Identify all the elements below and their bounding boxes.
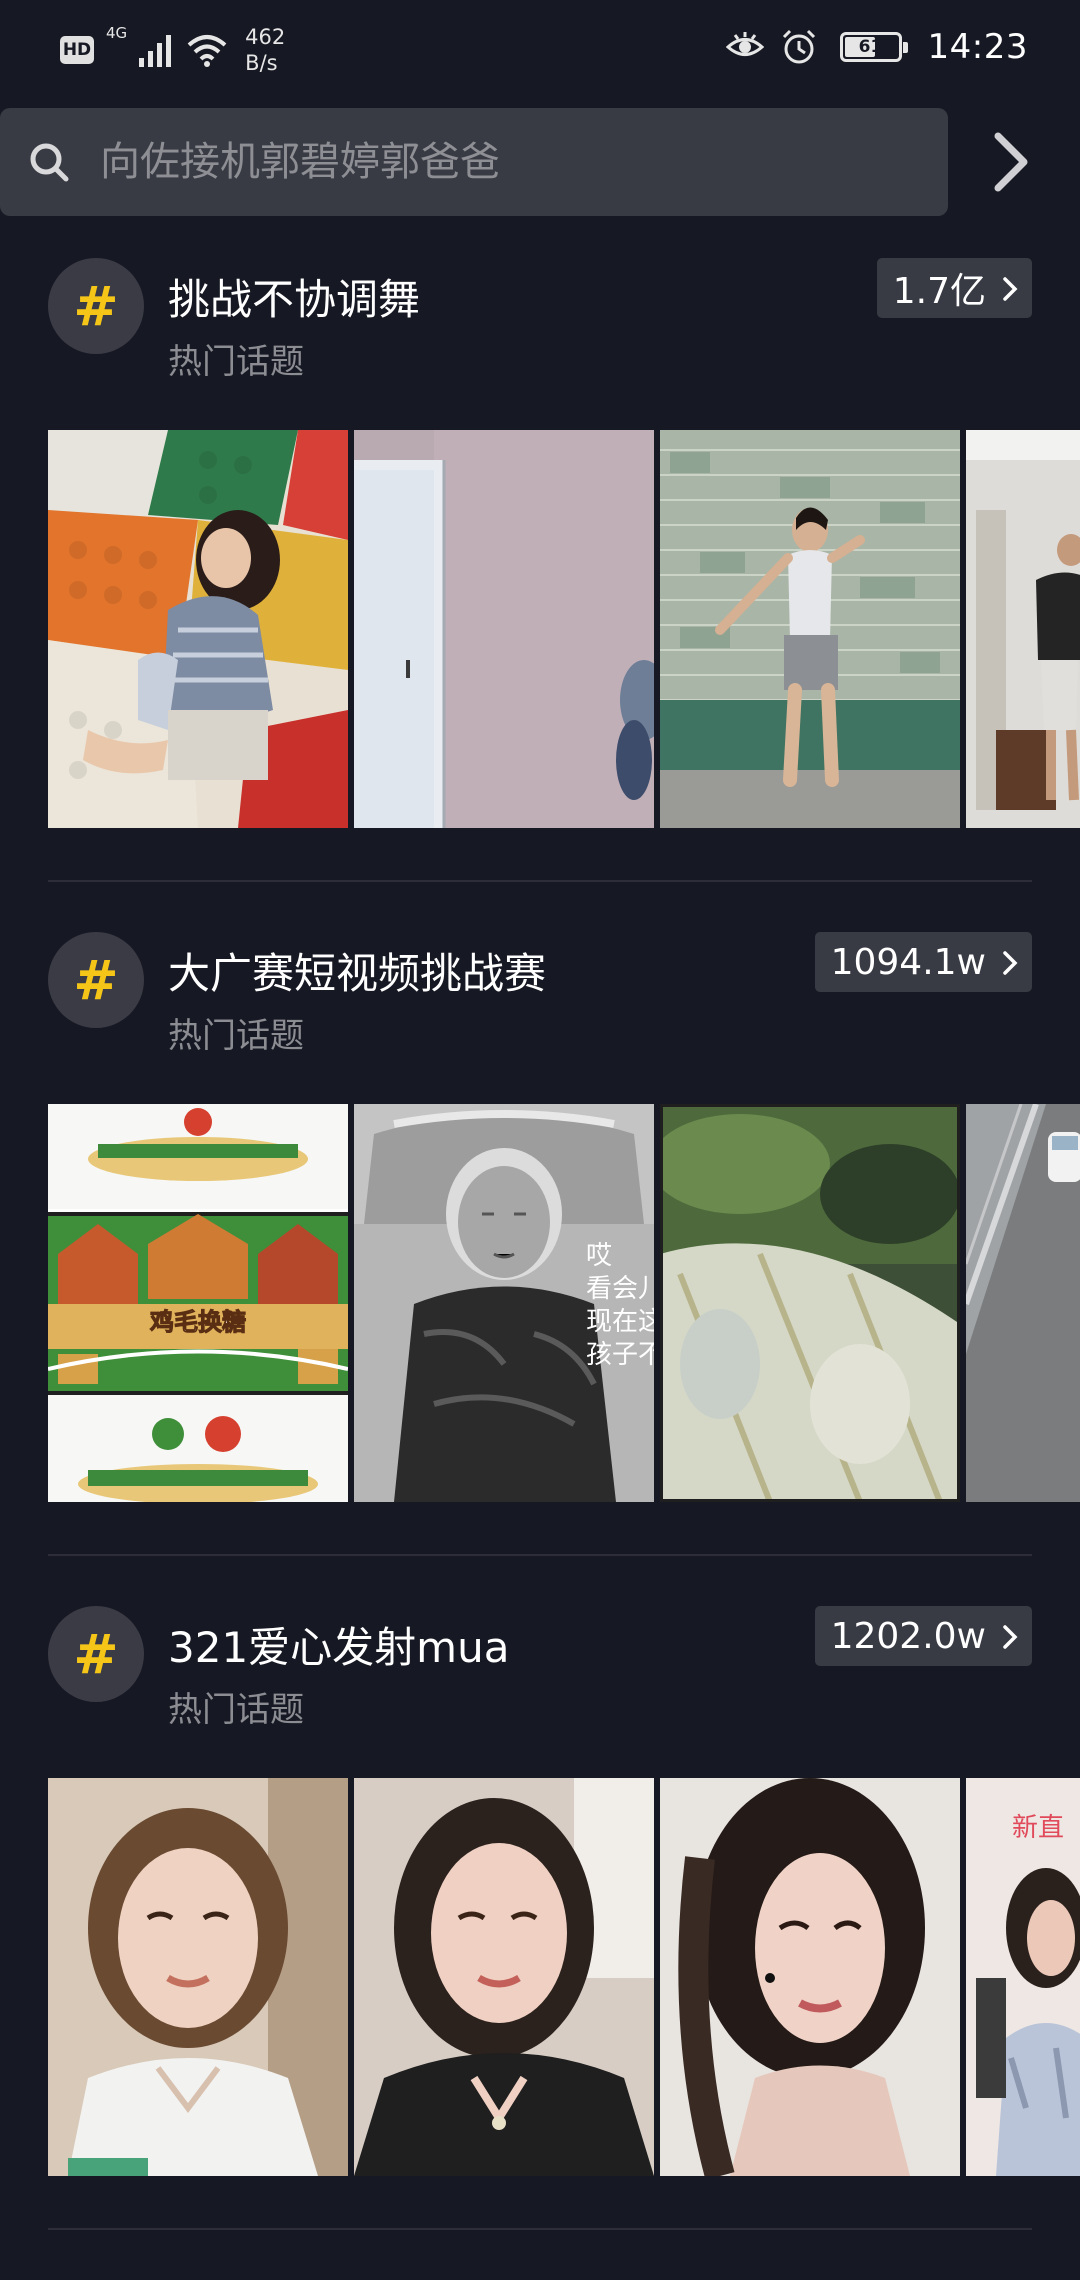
topic-header[interactable]: # 挑战不协调舞 热门话题 1.7亿	[48, 258, 1032, 418]
topic-title: 挑战不协调舞	[168, 275, 421, 324]
view-count-badge[interactable]: 1202.0w	[814, 1606, 1032, 1666]
topic-subtitle: 热门话题	[168, 342, 304, 382]
topic-header[interactable]: # 321爱心发射mua 热门话题 1202.0w	[48, 1606, 1032, 1766]
thumbnail-caption: 看会儿	[586, 1274, 654, 1304]
status-left: HD 4G 462 B/s	[60, 20, 285, 80]
thumbnail-caption: 孩子不	[586, 1340, 654, 1370]
wifi-icon	[187, 35, 227, 67]
topic-card: # 大广赛短视频挑战赛 热门话题 1094.1w 鸡毛换糖 哎 看会儿 现在这 …	[0, 932, 1080, 1612]
video-thumbnail[interactable]	[660, 1778, 960, 2176]
divider	[48, 2228, 1032, 2230]
video-thumbnail[interactable]: 哎 看会儿 现在这 孩子不	[354, 1104, 654, 1502]
hashtag-icon: #	[48, 1606, 144, 1702]
video-thumbnail[interactable]: 鸡毛换糖	[48, 1104, 348, 1502]
video-thumbnail-row	[48, 430, 1080, 828]
chevron-right-icon	[1003, 951, 1018, 975]
divider	[48, 1554, 1032, 1556]
network-type: 4G	[106, 24, 128, 42]
clock: 14:23	[927, 27, 1028, 67]
video-thumbnail-row: 新直	[48, 1778, 1080, 2176]
topic-header[interactable]: # 大广赛短视频挑战赛 热门话题 1094.1w	[48, 932, 1032, 1092]
thumbnail-caption: 鸡毛换糖	[149, 1307, 246, 1336]
chevron-right-icon	[1003, 1625, 1018, 1649]
search-icon	[30, 143, 69, 182]
network-speed-unit: B/s	[245, 51, 278, 75]
topic-card: # 挑战不协调舞 热门话题 1.7亿	[0, 258, 1080, 938]
status-bar: HD 4G 462 B/s 61 14:23	[0, 0, 1080, 96]
alarm-icon	[782, 29, 815, 64]
search-input[interactable]	[100, 122, 948, 202]
thumbnail-caption: 现在这	[586, 1307, 654, 1337]
network-speed-value: 462	[245, 25, 286, 49]
hashtag-icon: #	[48, 258, 144, 354]
thumbnail-caption: 哎	[586, 1241, 612, 1271]
battery-indicator: 61	[839, 32, 908, 62]
video-thumbnail[interactable]	[48, 1778, 348, 2176]
chevron-right-icon[interactable]	[990, 130, 1034, 194]
view-count-badge[interactable]: 1094.1w	[814, 932, 1032, 992]
view-count: 1094.1w	[830, 941, 986, 983]
view-count: 1.7亿	[892, 271, 986, 312]
topic-subtitle: 热门话题	[168, 1690, 304, 1730]
hashtag-icon: #	[48, 932, 144, 1028]
divider	[48, 880, 1032, 882]
video-thumbnail[interactable]: 新直	[966, 1778, 1080, 2176]
network-speed: 462 B/s	[245, 24, 285, 76]
video-thumbnail[interactable]	[966, 1104, 1080, 1502]
video-thumbnail-row: 鸡毛换糖 哎 看会儿 现在这 孩子不	[48, 1104, 1080, 1502]
view-count: 1202.0w	[830, 1615, 986, 1657]
status-right: 61 14:23	[725, 22, 1028, 72]
search-bar[interactable]	[0, 108, 948, 216]
chevron-right-icon	[1003, 277, 1018, 301]
topic-title: 321爱心发射mua	[168, 1623, 510, 1672]
video-thumbnail[interactable]	[660, 430, 960, 828]
view-count-badge[interactable]: 1.7亿	[876, 258, 1032, 318]
signal-icon	[139, 33, 175, 67]
topic-card: # 321爱心发射mua 热门话题 1202.0w 新直	[0, 1606, 1080, 2280]
video-thumbnail[interactable]	[354, 1778, 654, 2176]
screen: HD 4G 462 B/s 61 14:23 向佐接机郭碧婷郭爸爸 # 挑战不协…	[0, 0, 1080, 2280]
video-thumbnail[interactable]	[48, 430, 348, 828]
thumbnail-caption: 新直	[1012, 1813, 1064, 1843]
battery-level: 61	[858, 37, 883, 57]
topic-title: 大广赛短视频挑战赛	[168, 949, 547, 998]
video-thumbnail[interactable]	[660, 1104, 960, 1502]
video-thumbnail[interactable]	[966, 430, 1080, 828]
eye-icon	[725, 32, 764, 56]
video-thumbnail[interactable]	[354, 430, 654, 828]
topic-subtitle: 热门话题	[168, 1016, 304, 1056]
hd-badge: HD	[60, 36, 94, 64]
